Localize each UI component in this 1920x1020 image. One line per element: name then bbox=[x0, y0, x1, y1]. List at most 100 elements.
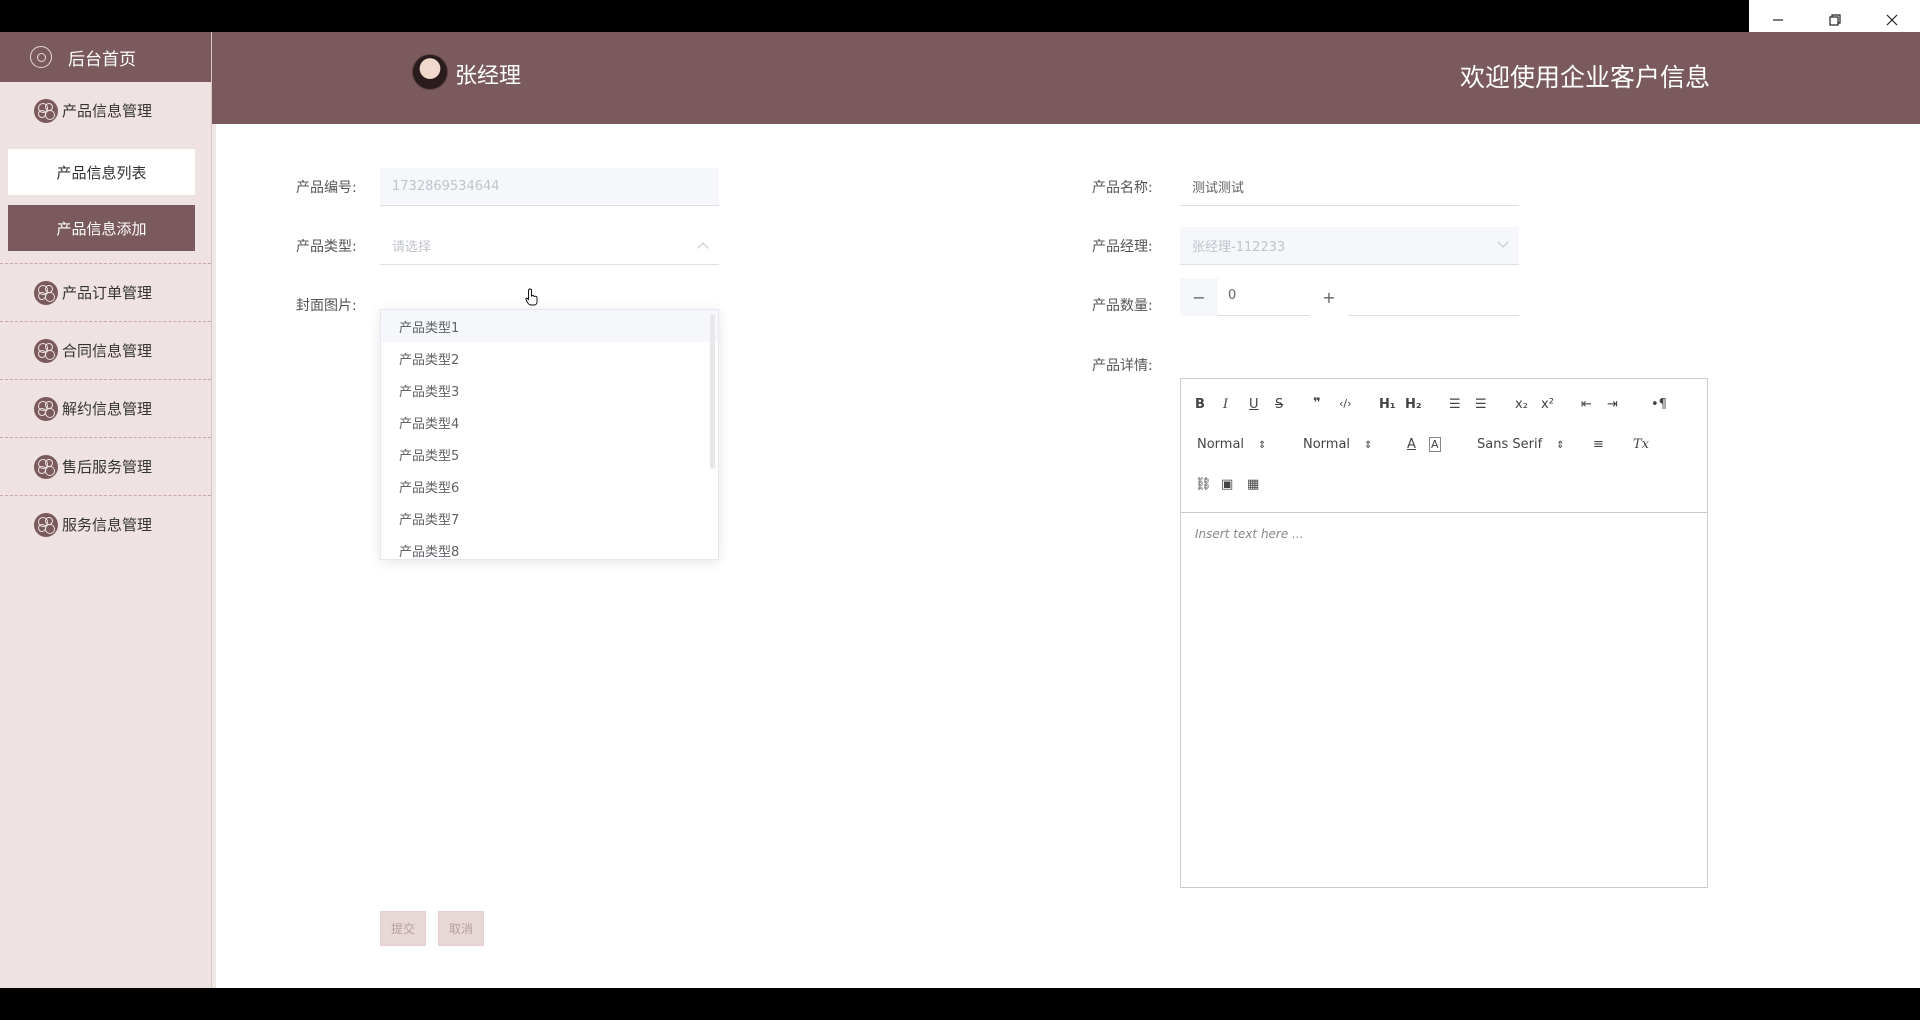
sidebar-item-label: 解约信息管理 bbox=[62, 400, 153, 418]
dropdown-option[interactable]: 产品类型7 bbox=[381, 502, 718, 534]
size-select-value: Normal bbox=[1197, 437, 1245, 452]
sidebar-item-services[interactable]: 服务信息管理 bbox=[0, 496, 211, 553]
cancel-button[interactable]: 取消 bbox=[438, 911, 484, 946]
dropdown-option[interactable]: 产品类型4 bbox=[381, 406, 718, 438]
sidebar-item-product-info[interactable]: 产品信息管理 bbox=[0, 82, 211, 139]
h1-button[interactable]: H₁ bbox=[1379, 397, 1396, 412]
submit-button[interactable]: 提交 bbox=[380, 911, 426, 946]
qty-label: 产品数量: bbox=[1092, 298, 1153, 314]
chevron-down-icon bbox=[1497, 236, 1509, 248]
sidebar-group-services: 服务信息管理 bbox=[0, 496, 211, 553]
sidebar-item-orders[interactable]: 产品订单管理 bbox=[0, 264, 211, 321]
sidebar-group-contracts: 合同信息管理 bbox=[0, 322, 211, 380]
strike-button[interactable]: S bbox=[1275, 397, 1283, 412]
dropdown-scrollbar[interactable] bbox=[710, 314, 715, 469]
clean-format-button[interactable]: Tx bbox=[1633, 437, 1649, 452]
code-icon[interactable]: ‹/› bbox=[1339, 397, 1352, 410]
avatar[interactable] bbox=[412, 54, 448, 90]
sidebar-item-label: 售后服务管理 bbox=[62, 458, 153, 476]
underline-button[interactable]: U bbox=[1249, 397, 1259, 412]
indent-icon[interactable]: ⇥ bbox=[1607, 397, 1618, 412]
manager-label: 产品经理: bbox=[1092, 239, 1153, 255]
sidebar-subitem-product-add[interactable]: 产品信息添加 bbox=[8, 205, 195, 251]
app-window: 后台首页 产品信息管理 产品信息列表 产品信息添加 产品订单管理 合同信息管理 bbox=[0, 32, 1920, 988]
type-placeholder: 请选择 bbox=[392, 240, 432, 255]
dropdown-option[interactable]: 产品类型2 bbox=[381, 342, 718, 374]
select-arrows-icon: ⇕ bbox=[1364, 440, 1373, 451]
title-bar bbox=[0, 0, 1920, 32]
subscript-button[interactable]: x₂ bbox=[1515, 397, 1528, 412]
sidebar-item-label: 服务信息管理 bbox=[62, 516, 153, 534]
dropdown-option[interactable]: 产品类型5 bbox=[381, 438, 718, 470]
size-select[interactable]: Normal ⇕ bbox=[1197, 437, 1266, 452]
detail-label: 产品详情: bbox=[1092, 358, 1153, 374]
name-label: 产品名称: bbox=[1092, 180, 1153, 196]
editor-toolbar: B I U S ❞ ‹/› H₁ H₂ ☰ ☰ x₂ x² ⇤ ⇥ •¶ Nor… bbox=[1181, 379, 1707, 513]
qty-input[interactable]: 0 bbox=[1228, 288, 1236, 303]
sidebar-subitem-product-list[interactable]: 产品信息列表 bbox=[8, 149, 195, 195]
sidebar-item-aftersales[interactable]: 售后服务管理 bbox=[0, 438, 211, 495]
dropdown-option[interactable]: 产品类型8 bbox=[381, 534, 718, 560]
italic-button[interactable]: I bbox=[1223, 397, 1228, 412]
chevron-up-icon bbox=[697, 242, 709, 254]
dropdown-option[interactable]: 产品类型3 bbox=[381, 374, 718, 406]
sidebar-item-label: 产品信息管理 bbox=[62, 102, 153, 120]
h2-button[interactable]: H₂ bbox=[1405, 397, 1422, 412]
blockquote-icon[interactable]: ❞ bbox=[1313, 396, 1321, 411]
flower-icon bbox=[34, 512, 58, 537]
qty-decrease-button[interactable]: − bbox=[1180, 278, 1218, 316]
sidebar-item-terminations[interactable]: 解约信息管理 bbox=[0, 380, 211, 437]
font-select-value: Sans Serif bbox=[1477, 437, 1543, 452]
ordered-list-icon[interactable]: ☰ bbox=[1449, 397, 1461, 412]
dropdown-option[interactable]: 产品类型1 bbox=[381, 310, 718, 342]
sidebar-item-label: 产品订单管理 bbox=[62, 284, 153, 302]
flower-icon bbox=[34, 396, 58, 421]
flower-icon bbox=[34, 338, 58, 363]
manager-select: 张经理-112233 bbox=[1180, 227, 1519, 265]
header: 张经理 欢迎使用企业客户信息 bbox=[212, 32, 1920, 124]
type-select[interactable]: 请选择 bbox=[380, 227, 719, 265]
align-button[interactable]: ≡ bbox=[1593, 437, 1604, 452]
restore-icon bbox=[1828, 14, 1841, 26]
flower-icon bbox=[34, 98, 58, 123]
close-icon bbox=[1886, 14, 1897, 26]
bullet-list-icon[interactable]: ☰ bbox=[1475, 397, 1487, 412]
sidebar-item-label: 合同信息管理 bbox=[62, 342, 153, 360]
sidebar-item-contracts[interactable]: 合同信息管理 bbox=[0, 322, 211, 379]
sidebar-group-product-info: 产品信息管理 产品信息列表 产品信息添加 bbox=[0, 82, 211, 264]
superscript-button[interactable]: x² bbox=[1541, 397, 1554, 412]
text-direction-icon[interactable]: •¶ bbox=[1651, 397, 1667, 412]
quantity-stepper: − 0 + bbox=[1180, 278, 1519, 316]
select-arrows-icon: ⇕ bbox=[1556, 440, 1565, 451]
sidebar-home[interactable]: 后台首页 bbox=[0, 32, 211, 82]
dropdown-option[interactable]: 产品类型6 bbox=[381, 470, 718, 502]
text-color-button[interactable]: A bbox=[1407, 437, 1416, 452]
sidebar-home-label: 后台首页 bbox=[68, 49, 136, 70]
bold-button[interactable]: B bbox=[1195, 397, 1205, 412]
hand-cursor-icon bbox=[525, 288, 538, 306]
minimize-icon bbox=[1772, 19, 1783, 21]
font-select[interactable]: Sans Serif ⇕ bbox=[1477, 437, 1565, 452]
name-field[interactable]: 测试测试 bbox=[1180, 168, 1519, 206]
type-label: 产品类型: bbox=[296, 239, 357, 255]
video-icon[interactable]: ▦ bbox=[1247, 477, 1259, 492]
link-icon[interactable]: ⛓ bbox=[1195, 477, 1212, 492]
cover-label: 封面图片: bbox=[296, 298, 357, 314]
manager-value: 张经理-112233 bbox=[1192, 240, 1286, 255]
qty-increase-button[interactable]: + bbox=[1310, 278, 1348, 316]
sidebar-group-orders: 产品订单管理 bbox=[0, 264, 211, 322]
sidebar-group-aftersales: 售后服务管理 bbox=[0, 438, 211, 496]
code-label: 产品编号: bbox=[296, 180, 357, 196]
header-select-value: Normal bbox=[1303, 437, 1351, 452]
flower-icon bbox=[34, 280, 58, 305]
rich-text-editor: B I U S ❞ ‹/› H₁ H₂ ☰ ☰ x₂ x² ⇤ ⇥ •¶ Nor… bbox=[1180, 378, 1708, 888]
header-select[interactable]: Normal ⇕ bbox=[1303, 437, 1372, 452]
outdent-icon[interactable]: ⇤ bbox=[1581, 397, 1592, 412]
background-color-button[interactable]: A bbox=[1429, 437, 1441, 452]
sidebar-group-terminations: 解约信息管理 bbox=[0, 380, 211, 438]
image-icon[interactable]: ▣ bbox=[1221, 477, 1233, 492]
editor-content[interactable]: Insert text here ... bbox=[1181, 513, 1707, 555]
username: 张经理 bbox=[455, 64, 522, 89]
type-dropdown: 产品类型1 产品类型2 产品类型3 产品类型4 产品类型5 产品类型6 产品类型… bbox=[380, 309, 719, 560]
home-icon bbox=[30, 46, 52, 68]
